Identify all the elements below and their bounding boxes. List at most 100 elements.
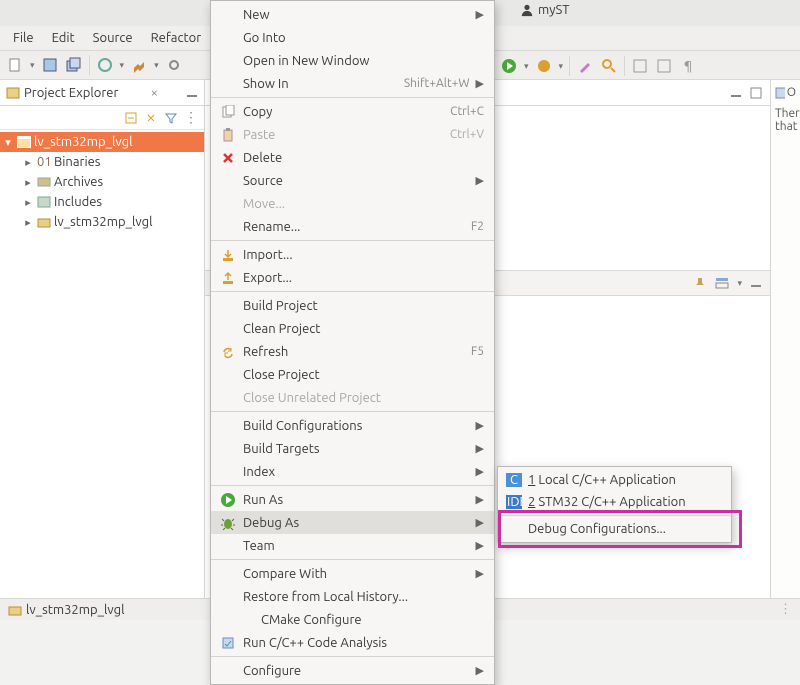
ctx-run-as[interactable]: Run As▶: [211, 488, 494, 511]
minimize-icon[interactable]: [186, 87, 198, 99]
search-toolbar-icon[interactable]: [600, 57, 618, 75]
submenu-arrow-icon: ▶: [476, 539, 484, 552]
filter-icon[interactable]: [164, 111, 178, 125]
archives-icon: [37, 176, 51, 188]
ctx-go-into[interactable]: Go Into: [211, 26, 494, 49]
close-tab-icon[interactable]: ×: [151, 86, 158, 100]
ctx-move: Move...: [211, 192, 494, 215]
minimize-props-icon[interactable]: [750, 277, 762, 289]
export-icon: [219, 271, 237, 285]
save-icon[interactable]: [41, 56, 59, 74]
ctx-index[interactable]: Index▶: [211, 460, 494, 483]
new-icon[interactable]: [6, 56, 24, 74]
analysis-icon: [219, 636, 237, 650]
submenu-stm32-c-app[interactable]: IDE 2 STM32 C/C++ Application: [498, 491, 731, 513]
menu-source[interactable]: Source: [86, 29, 140, 47]
ctx-clean-project[interactable]: Clean Project: [211, 317, 494, 340]
ctx-rename[interactable]: Rename...F2: [211, 215, 494, 238]
view-menu-icon[interactable]: ⋮: [184, 109, 198, 126]
ctx-build-targets[interactable]: Build Targets▶: [211, 437, 494, 460]
wand-icon[interactable]: [576, 57, 594, 75]
ctx-compare-with[interactable]: Compare With▶: [211, 562, 494, 585]
maximize-view-icon[interactable]: [750, 87, 762, 99]
run-icon: [219, 492, 237, 508]
copy-icon: [219, 105, 237, 119]
status-project-name: lv_stm32mp_lvgl: [26, 603, 125, 617]
submenu-arrow-icon: ▶: [476, 493, 484, 506]
ctx-delete[interactable]: Delete: [211, 146, 494, 169]
build-icon[interactable]: [130, 56, 148, 74]
ctx-team[interactable]: Team▶: [211, 534, 494, 557]
menu-separator: [211, 559, 494, 560]
person-icon: [520, 3, 534, 17]
cube-icon[interactable]: [96, 56, 114, 74]
submenu-arrow-icon: ▶: [476, 442, 484, 455]
collapse-all-icon[interactable]: [124, 111, 138, 125]
view-menu2-icon[interactable]: [715, 276, 729, 290]
pilcrow-icon[interactable]: ¶: [679, 57, 697, 75]
menu-refactor[interactable]: Refactor: [144, 29, 209, 47]
svg-text:C: C: [510, 473, 518, 487]
submenu-local-c-app[interactable]: C 1 Local C/C++ Application: [498, 469, 731, 491]
submenu-arrow-icon: ▶: [476, 516, 484, 529]
menu-separator: [211, 485, 494, 486]
ctx-refresh[interactable]: RefreshF5: [211, 340, 494, 363]
ctx-import[interactable]: Import...: [211, 243, 494, 266]
ctx-new[interactable]: New▶: [211, 3, 494, 26]
includes-icon: [37, 196, 51, 208]
debug-as-submenu: C 1 Local C/C++ Application IDE 2 STM32 …: [497, 466, 732, 543]
ctx-open-in-new-window[interactable]: Open in New Window: [211, 49, 494, 72]
ctx-run-c-c-code-analysis[interactable]: Run C/C++ Code Analysis: [211, 631, 494, 654]
box2-icon[interactable]: [655, 57, 673, 75]
ctx-show-in[interactable]: Show InShift+Alt+W▶: [211, 72, 494, 95]
ctx-close-project[interactable]: Close Project: [211, 363, 494, 386]
debug-icon: [219, 515, 237, 531]
import-icon: [219, 248, 237, 262]
submenu-debug-configurations[interactable]: Debug Configurations...: [498, 518, 731, 540]
submenu-arrow-icon: ▶: [476, 465, 484, 478]
ctx-paste: PasteCtrl+V: [211, 123, 494, 146]
tree-item-includes[interactable]: ▸ Includes: [0, 192, 204, 212]
submenu-arrow-icon: ▶: [476, 174, 484, 187]
save-all-icon[interactable]: [65, 56, 83, 74]
project-tree: ▾ lv_stm32mp_lvgl ▸ 010 Binaries ▸ Archi…: [0, 130, 204, 234]
outline-tab-icon[interactable]: O: [775, 86, 796, 99]
delete-icon: [219, 151, 237, 165]
ctx-build-project[interactable]: Build Project: [211, 294, 494, 317]
ctx-restore-from-local-history[interactable]: Restore from Local History...: [211, 585, 494, 608]
submenu-arrow-icon: ▶: [476, 419, 484, 432]
ctx-build-configurations[interactable]: Build Configurations▶: [211, 414, 494, 437]
ctx-configure[interactable]: Configure▶: [211, 659, 494, 682]
svg-text:010: 010: [37, 156, 51, 168]
tree-root[interactable]: ▾ lv_stm32mp_lvgl: [0, 132, 204, 152]
gear-icon[interactable]: [165, 56, 183, 74]
ctx-debug-as[interactable]: Debug As▶: [211, 511, 494, 534]
tree-item-binaries[interactable]: ▸ 010 Binaries: [0, 152, 204, 172]
submenu-arrow-icon: ▶: [476, 567, 484, 580]
myst-link[interactable]: myST: [520, 3, 570, 17]
project-context-menu: New▶Go IntoOpen in New WindowShow InShif…: [210, 0, 495, 685]
ctx-source[interactable]: Source▶: [211, 169, 494, 192]
project-icon: [17, 136, 31, 148]
submenu-separator: [498, 515, 731, 516]
pin-icon[interactable]: [693, 276, 707, 290]
tree-item-archives[interactable]: ▸ Archives: [0, 172, 204, 192]
run-toolbar-icon[interactable]: [500, 57, 518, 75]
menu-edit[interactable]: Edit: [45, 29, 82, 47]
ctx-copy[interactable]: CopyCtrl+C: [211, 100, 494, 123]
binaries-icon: 010: [37, 156, 51, 168]
tree-item-src[interactable]: ▸ lv_stm32mp_lvgl: [0, 212, 204, 232]
status-menu-icon[interactable]: ⋮: [779, 602, 792, 617]
project-explorer-tab[interactable]: Project Explorer ×: [0, 80, 204, 106]
link-editor-icon[interactable]: [144, 111, 158, 125]
run-last-icon[interactable]: [535, 57, 553, 75]
status-project-icon: [8, 604, 22, 616]
svg-text:IDE: IDE: [507, 495, 522, 509]
myst-label: myST: [538, 3, 570, 17]
ide-app-icon: IDE: [506, 495, 522, 509]
menu-separator: [211, 240, 494, 241]
box1-icon[interactable]: [631, 57, 649, 75]
minimize-view-icon[interactable]: [730, 87, 742, 99]
ctx-export[interactable]: Export...: [211, 266, 494, 289]
menu-file[interactable]: File: [6, 29, 41, 47]
